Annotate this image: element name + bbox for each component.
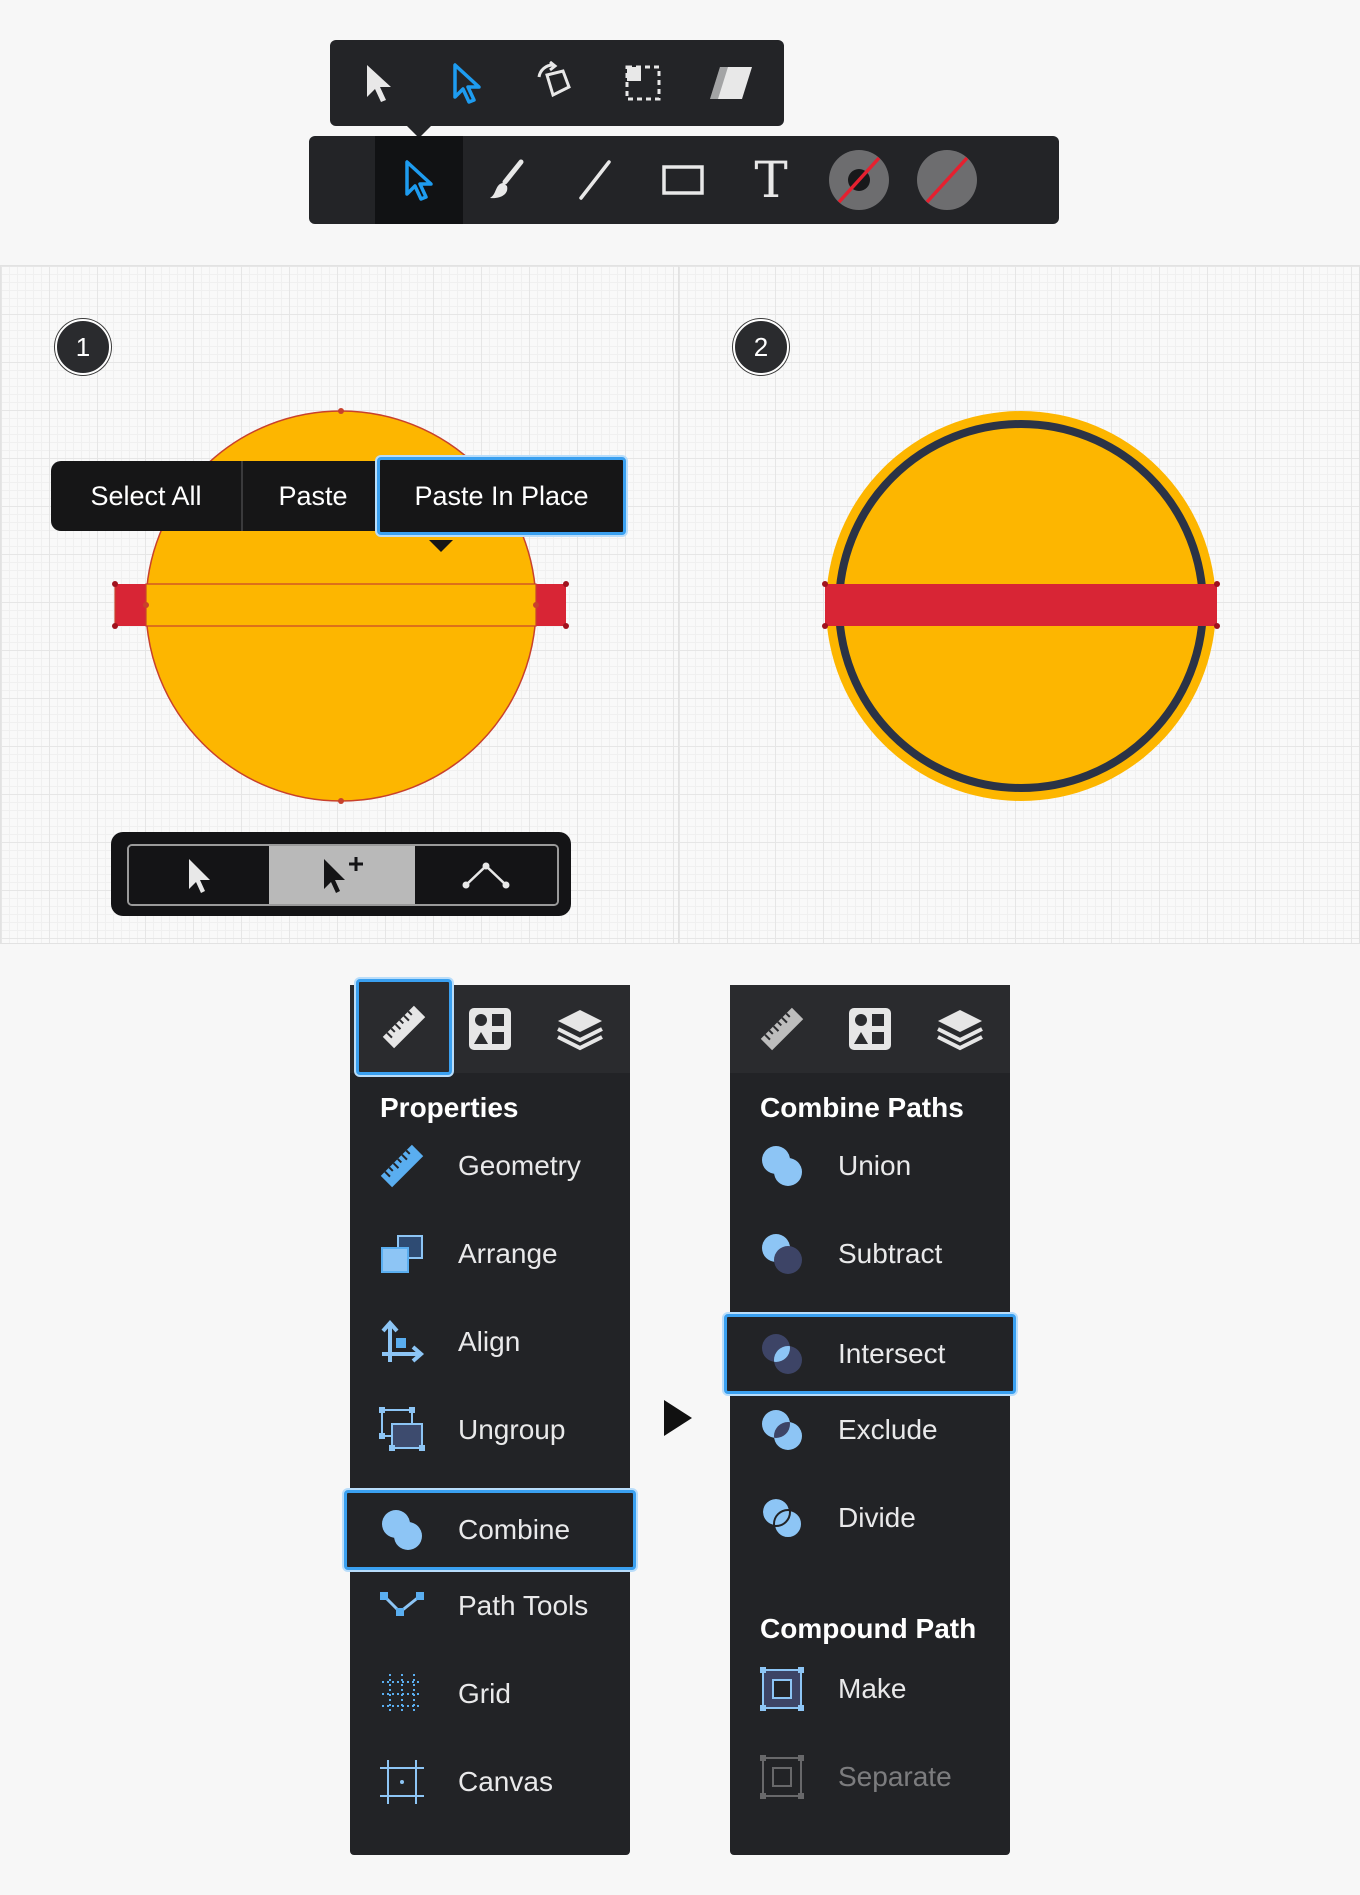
add-selection-arrow-icon[interactable] [269, 846, 415, 904]
selection-arrow-icon[interactable] [335, 40, 423, 126]
divide-item[interactable]: Divide [730, 1474, 1010, 1562]
text-icon[interactable]: T [727, 136, 815, 224]
item-label: Exclude [838, 1414, 938, 1445]
item-label: Divide [838, 1502, 916, 1533]
item-label: Ungroup [458, 1414, 566, 1445]
item-label: Union [838, 1150, 912, 1181]
combine-paths-panel: Combine Paths Union Subtract Intersect E… [724, 985, 1016, 1855]
ungroup-icon [378, 1406, 426, 1454]
paste-menu-item[interactable]: Paste [243, 461, 383, 531]
exclude-item[interactable]: Exclude [730, 1386, 1010, 1474]
rectangle-icon[interactable] [639, 136, 727, 224]
item-label: Geometry [458, 1150, 581, 1181]
skew-tool-icon[interactable] [687, 40, 775, 126]
divide-icon [758, 1494, 806, 1542]
scale-tool-icon[interactable] [599, 40, 687, 126]
exclude-icon [758, 1406, 806, 1454]
properties-panel: Properties Geometry Arrange Align Ungrou… [344, 979, 636, 1855]
select-all-menu-item[interactable]: Select All [51, 461, 241, 531]
step-badge: 1 [55, 319, 111, 375]
union-item[interactable]: Union [730, 1122, 1010, 1210]
item-label: Intersect [838, 1338, 946, 1369]
item-label: Canvas [458, 1766, 553, 1797]
compound-path-title: Compound Path [760, 1613, 977, 1644]
rotate-tool-icon[interactable] [511, 40, 599, 126]
main-toolbar: T [309, 136, 1059, 224]
path-node-icon[interactable] [415, 846, 557, 904]
path-tools-icon [378, 1582, 426, 1630]
make-compound-icon [758, 1665, 806, 1713]
canvas-item[interactable]: Canvas [350, 1738, 630, 1826]
separate-compound-icon [758, 1753, 806, 1801]
step-badge: 2 [733, 319, 789, 375]
paste-in-place-menu-item[interactable]: Paste In Place [377, 457, 626, 535]
combine-icon [378, 1506, 426, 1554]
geometry-item[interactable]: Geometry [350, 1122, 630, 1210]
ruler-icon [378, 1142, 426, 1190]
item-label: Path Tools [458, 1590, 589, 1621]
canvas-step-2: 2 [678, 265, 1360, 944]
item-label: Combine [458, 1514, 571, 1545]
item-label: Make [838, 1673, 907, 1704]
selection-arrow-icon[interactable] [129, 846, 269, 904]
subtract-item[interactable]: Subtract [730, 1210, 1010, 1298]
layers-icon[interactable] [536, 985, 624, 1073]
shapes-icon[interactable] [446, 985, 534, 1073]
panel-title: Properties [380, 1092, 519, 1123]
layers-icon[interactable] [916, 985, 1004, 1073]
arrange-item[interactable]: Arrange [350, 1210, 630, 1298]
ruler-icon[interactable] [356, 979, 452, 1075]
combine-item[interactable]: Combine [344, 1490, 636, 1570]
stroke-color-icon[interactable] [815, 136, 903, 224]
panel-tabs [350, 979, 630, 1075]
align-icon [378, 1318, 426, 1366]
arrange-icon [378, 1230, 426, 1278]
result-shape[interactable] [679, 266, 1359, 943]
grid-icon [378, 1670, 426, 1718]
mode-group [127, 844, 559, 906]
align-item[interactable]: Align [350, 1298, 630, 1386]
path-tools-item[interactable]: Path Tools [350, 1562, 630, 1650]
separate-compound-item[interactable]: Separate [730, 1733, 1010, 1821]
subtract-icon [758, 1230, 806, 1278]
selection-arrow-icon[interactable] [375, 136, 463, 224]
grid-item[interactable]: Grid [350, 1650, 630, 1738]
line-icon[interactable] [551, 136, 639, 224]
item-label: Subtract [838, 1238, 943, 1269]
shapes-icon[interactable] [826, 985, 914, 1073]
brush-icon[interactable] [463, 136, 551, 224]
ungroup-item[interactable]: Ungroup [350, 1386, 630, 1474]
text-tool-glyph: T [754, 151, 788, 209]
fill-color-icon[interactable] [903, 136, 991, 224]
item-label: Align [458, 1326, 521, 1357]
item-label: Arrange [458, 1238, 558, 1269]
play-arrow-icon [664, 1400, 692, 1436]
canvas-icon [378, 1758, 426, 1806]
selection-mode-bar [111, 832, 571, 916]
union-icon [758, 1142, 806, 1190]
intersect-item[interactable]: Intersect [724, 1314, 1016, 1394]
item-label: Grid [458, 1678, 511, 1709]
canvas-step-1: 1 [0, 265, 680, 944]
ruler-icon[interactable] [738, 985, 826, 1073]
intersect-icon [758, 1330, 806, 1378]
panel-title: Combine Paths [760, 1092, 964, 1123]
panel-tabs [730, 985, 1010, 1073]
context-menu-pointer [429, 540, 453, 552]
direct-selection-arrow-icon[interactable] [423, 40, 511, 126]
make-compound-item[interactable]: Make [730, 1645, 1010, 1733]
context-menu: Select All Paste Paste In Place [51, 457, 626, 535]
tool-flyout [330, 40, 784, 126]
item-label: Separate [838, 1761, 952, 1792]
